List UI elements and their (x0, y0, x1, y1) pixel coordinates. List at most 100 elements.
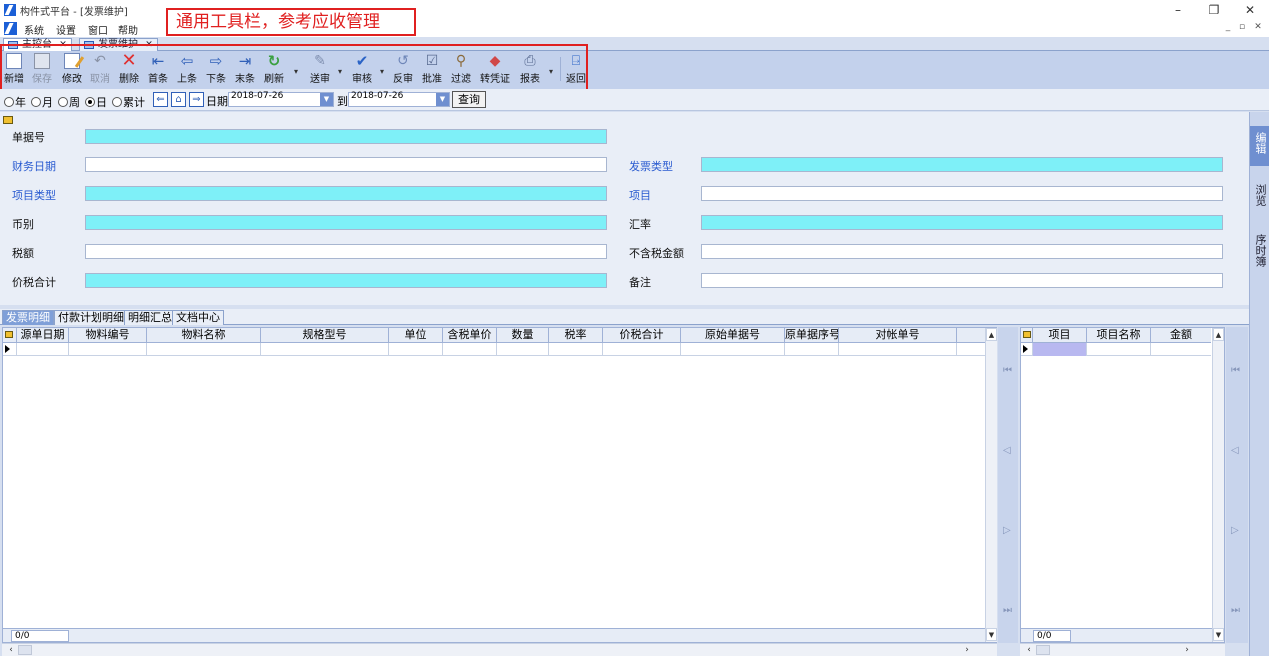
new-button[interactable]: 新增 (4, 53, 24, 87)
scroll-thumb[interactable] (1036, 645, 1050, 655)
scroll-up-icon[interactable]: ▲ (986, 328, 997, 341)
date-prev-button[interactable]: ⇐ (153, 92, 168, 107)
radio-cumulative[interactable]: 累计 (112, 94, 145, 110)
nav-prev-icon[interactable]: ◁ (1231, 445, 1239, 456)
nav-next-icon[interactable]: ▷ (1003, 525, 1011, 536)
tab-detail-summary[interactable]: 明细汇总 (124, 310, 176, 325)
table-row[interactable] (3, 343, 985, 356)
fin-date-label[interactable]: 财务日期 (12, 158, 56, 174)
tab-invoice-maintenance[interactable]: 发票维护 ✕ (79, 38, 158, 51)
invoice-type-label[interactable]: 发票类型 (629, 158, 673, 174)
remark-input[interactable] (701, 273, 1223, 288)
side-horizontal-scrollbar[interactable]: ‹ › (1020, 643, 1225, 656)
tab-invoice-detail[interactable]: 发票明细 (2, 310, 54, 325)
chevron-down-icon[interactable]: ▼ (436, 93, 449, 106)
tab-close-icon[interactable]: ✕ (145, 40, 153, 50)
filter-button[interactable]: ⚲ 过滤 (449, 53, 473, 87)
delete-button[interactable]: ✕ 删除 (118, 52, 140, 87)
report-button[interactable]: ⎙ 报表 (518, 53, 542, 87)
amount-ex-tax-input[interactable] (701, 244, 1223, 259)
date-next-button[interactable]: ⇒ (189, 92, 204, 107)
col-header-tax-rate[interactable]: 税率 (549, 328, 603, 343)
menu-system[interactable]: 系统 (24, 22, 44, 37)
first-record-button[interactable]: ⇤ 首条 (147, 53, 169, 87)
refresh-dropdown-icon[interactable]: ▾ (294, 67, 298, 76)
menu-settings[interactable]: 设置 (56, 22, 76, 37)
scroll-up-icon[interactable]: ▲ (1213, 328, 1224, 341)
side-tab-browse[interactable]: 浏览 (1250, 184, 1269, 218)
col-header-total[interactable]: 价税合计 (603, 328, 681, 343)
col-header-item-name[interactable]: 项目名称 (1087, 328, 1151, 343)
radio-month[interactable]: 月 (31, 94, 53, 110)
chevron-down-icon[interactable]: ▼ (320, 93, 333, 106)
rate-input[interactable] (701, 215, 1223, 230)
mdi-restore-button[interactable]: ▫ (1236, 22, 1248, 32)
date-home-button[interactable]: ⌂ (171, 92, 186, 107)
item-input[interactable] (701, 186, 1223, 201)
return-button[interactable]: ⍈ 返回 (564, 53, 588, 87)
audit-dropdown-icon[interactable]: ▾ (380, 67, 384, 76)
radio-week[interactable]: 周 (58, 94, 80, 110)
query-button[interactable]: 查询 (452, 91, 486, 108)
scroll-left-icon[interactable]: ‹ (4, 644, 18, 656)
date-to-combo[interactable]: 2018-07-26 ▼ (348, 92, 450, 107)
date-from-combo[interactable]: 2018-07-26 ▼ (228, 92, 334, 107)
col-header-statement-no[interactable]: 对帐单号 (839, 328, 957, 343)
to-voucher-button[interactable]: ◆ 转凭证 (478, 53, 512, 87)
nav-prev-icon[interactable]: ◁ (1003, 445, 1011, 456)
col-header-unit[interactable]: 单位 (389, 328, 443, 343)
scroll-thumb[interactable] (18, 645, 32, 655)
currency-input[interactable] (85, 215, 607, 230)
scroll-down-icon[interactable]: ▼ (986, 628, 997, 641)
radio-year[interactable]: 年 (4, 94, 26, 110)
submit-review-button[interactable]: ✎ 送审 (306, 53, 334, 87)
item-label[interactable]: 项目 (629, 187, 651, 203)
mdi-minimize-button[interactable]: _ (1222, 22, 1234, 32)
col-header-quantity[interactable]: 数量 (497, 328, 549, 343)
nav-last-icon[interactable]: ⏭ (1003, 605, 1012, 616)
tab-document-center[interactable]: 文档中心 (172, 310, 224, 325)
mdi-close-button[interactable]: ✕ (1252, 22, 1264, 32)
last-record-button[interactable]: ⇥ 末条 (234, 53, 256, 87)
edit-button[interactable]: 修改 (61, 53, 83, 87)
col-header-orig-doc-no[interactable]: 原始单据号 (681, 328, 785, 343)
side-tab-edit[interactable]: 编辑 (1250, 126, 1269, 166)
nav-first-icon[interactable]: ⏮ (1003, 365, 1012, 376)
tab-close-icon[interactable]: ✕ (59, 40, 67, 50)
total-input[interactable] (85, 273, 607, 288)
col-header-material-code[interactable]: 物料编号 (69, 328, 147, 343)
tax-input[interactable] (85, 244, 607, 259)
tab-main-console[interactable]: 主控台 ✕ (3, 38, 72, 51)
fin-date-input[interactable] (85, 157, 607, 172)
col-header-material-name[interactable]: 物料名称 (147, 328, 261, 343)
col-header-unit-price[interactable]: 含税单价 (443, 328, 497, 343)
nav-last-icon[interactable]: ⏭ (1231, 605, 1240, 616)
col-header-spec[interactable]: 规格型号 (261, 328, 389, 343)
item-type-input[interactable] (85, 186, 607, 201)
nav-next-icon[interactable]: ▷ (1231, 525, 1239, 536)
table-row[interactable] (1021, 343, 1211, 356)
col-header-source-date[interactable]: 源单日期 (17, 328, 69, 343)
close-button[interactable]: ✕ (1232, 0, 1268, 20)
item-type-label[interactable]: 项目类型 (12, 187, 56, 203)
prev-record-button[interactable]: ⇦ 上条 (176, 53, 198, 87)
minimize-button[interactable]: – (1160, 0, 1196, 20)
grid-vertical-scrollbar[interactable]: ▲ ▼ (985, 328, 997, 642)
scroll-right-icon[interactable]: › (960, 644, 974, 656)
main-horizontal-scrollbar[interactable]: ‹ › (2, 643, 997, 656)
side-tab-journal[interactable]: 序时簿 (1250, 234, 1269, 278)
menu-window[interactable]: 窗口 (88, 22, 108, 37)
cancel-button[interactable]: ↶ 取消 (90, 53, 110, 87)
menu-help[interactable]: 帮助 (118, 22, 138, 37)
refresh-button[interactable]: ↻ 刷新 (263, 53, 285, 87)
submit-dropdown-icon[interactable]: ▾ (338, 67, 342, 76)
report-dropdown-icon[interactable]: ▾ (549, 67, 553, 76)
tab-payment-plan[interactable]: 付款计划明细 (54, 310, 128, 325)
save-button[interactable]: 保存 (32, 53, 52, 87)
radio-day[interactable]: 日 (85, 94, 107, 110)
side-grid-vertical-scrollbar[interactable]: ▲ ▼ (1212, 328, 1224, 642)
next-record-button[interactable]: ⇨ 下条 (205, 53, 227, 87)
restore-button[interactable]: ❐ (1196, 0, 1232, 20)
scroll-down-icon[interactable]: ▼ (1213, 628, 1224, 641)
nav-first-icon[interactable]: ⏮ (1231, 365, 1240, 376)
